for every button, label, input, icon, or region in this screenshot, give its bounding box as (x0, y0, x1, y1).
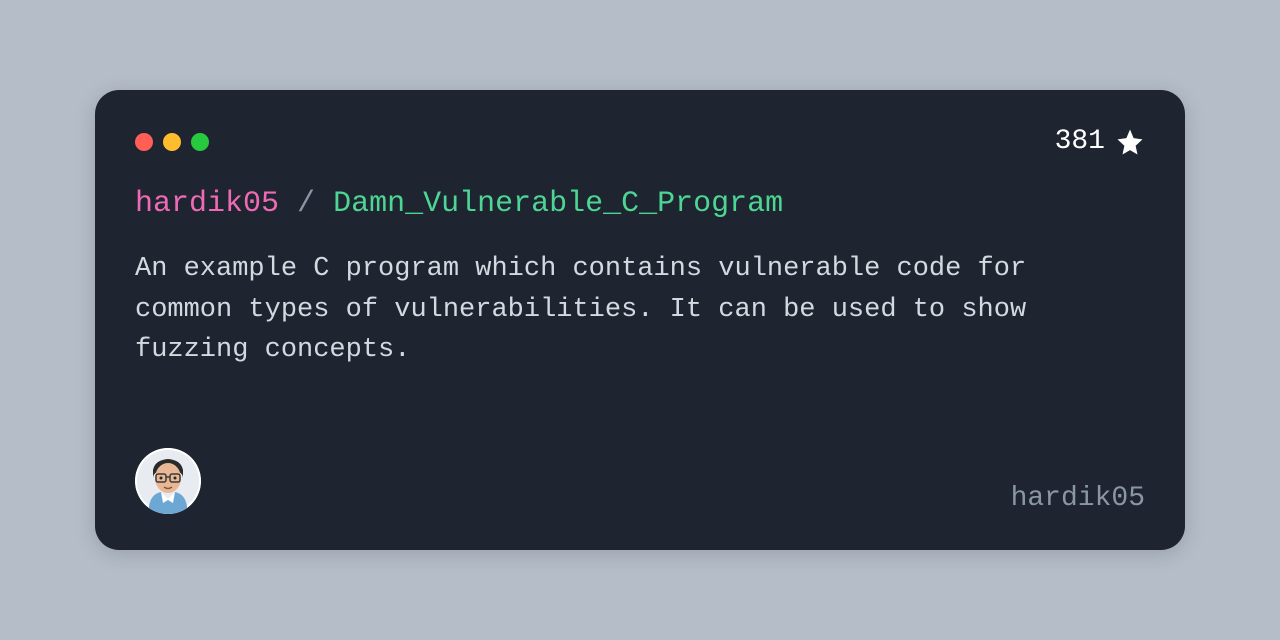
repo-title: hardik05 / Damn_Vulnerable_C_Program (135, 187, 1145, 221)
window-maximize-dot[interactable] (191, 133, 209, 151)
top-bar: 381 (135, 126, 1145, 157)
window-minimize-dot[interactable] (163, 133, 181, 151)
avatar[interactable] (135, 448, 201, 514)
repo-separator: / (297, 187, 315, 221)
repo-name[interactable]: Damn_Vulnerable_C_Program (333, 187, 783, 221)
repo-owner[interactable]: hardik05 (135, 187, 279, 221)
bottom-section: hardik05 (135, 448, 1145, 514)
star-icon (1115, 127, 1145, 157)
repo-description: An example C program which contains vuln… (135, 249, 1035, 371)
window-controls (135, 133, 209, 151)
window-close-dot[interactable] (135, 133, 153, 151)
stars-container: 381 (1055, 126, 1145, 157)
repo-card: 381 hardik05 / Damn_Vulnerable_C_Program… (95, 90, 1185, 550)
stars-count: 381 (1055, 126, 1105, 157)
username[interactable]: hardik05 (1011, 483, 1145, 514)
avatar-image (135, 448, 201, 514)
